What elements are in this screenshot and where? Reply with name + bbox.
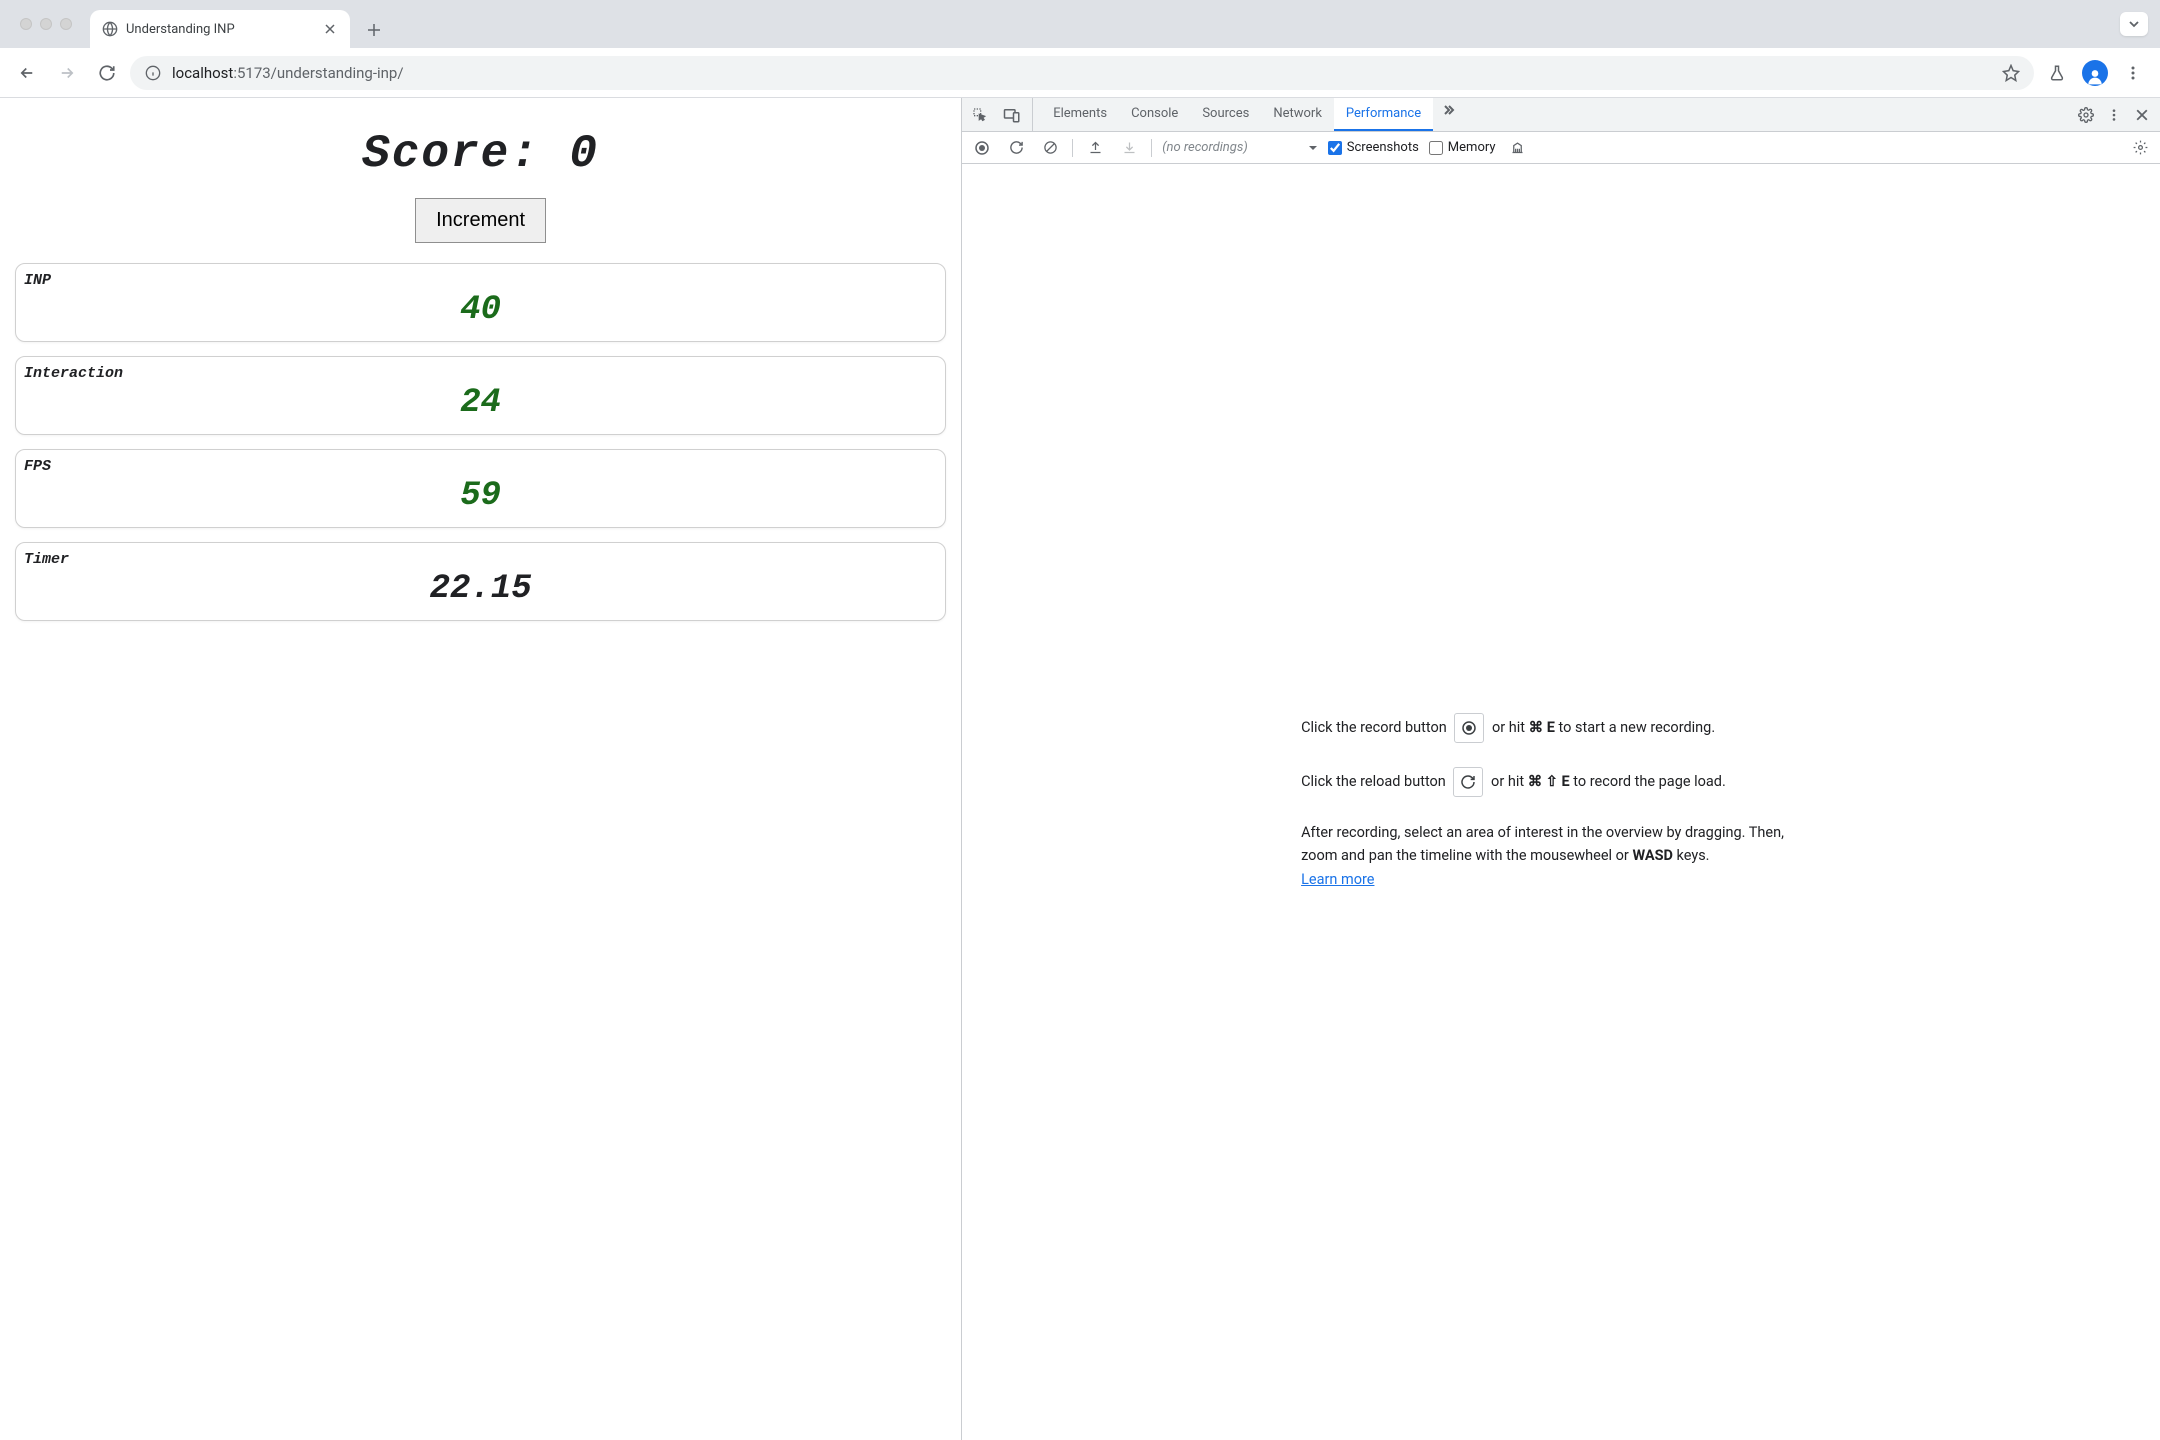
browser-tab[interactable]: Understanding INP	[90, 10, 350, 48]
tab-bar: Understanding INP	[0, 0, 2160, 48]
metric-label: Timer	[22, 551, 939, 568]
devtools-settings-icon[interactable]	[2074, 103, 2098, 127]
metric-card-interaction: Interaction 24	[15, 356, 946, 435]
devtools-menu-icon[interactable]	[2102, 103, 2126, 127]
collect-garbage-icon[interactable]	[1506, 136, 1530, 160]
devtools-tab-performance[interactable]: Performance	[1334, 98, 1433, 131]
metric-label: INP	[22, 272, 939, 289]
labs-icon[interactable]	[2040, 56, 2074, 90]
window-controls	[10, 0, 82, 48]
maximize-window-button[interactable]	[60, 18, 72, 30]
more-tabs-icon[interactable]	[1439, 98, 1463, 122]
close-devtools-icon[interactable]	[2130, 103, 2154, 127]
site-info-icon[interactable]	[144, 64, 162, 82]
reload-icon	[1453, 767, 1483, 797]
page-content: Score: 0 Increment INP 40 Interaction 24 FPS…	[0, 98, 961, 1440]
profile-avatar[interactable]	[2078, 56, 2112, 90]
inspect-element-icon[interactable]	[968, 103, 992, 127]
bookmark-star-icon[interactable]	[2002, 64, 2020, 82]
devtools-tabbar: ElementsConsoleSourcesNetworkPerformance	[962, 98, 2160, 132]
new-tab-button[interactable]	[360, 16, 388, 44]
metric-label: Interaction	[22, 365, 939, 382]
metric-value: 59	[22, 477, 939, 515]
learn-more-link[interactable]: Learn more	[1301, 871, 1374, 888]
performance-toolbar: (no recordings) Screenshots Memory	[962, 132, 2160, 164]
screenshots-checkbox[interactable]: Screenshots	[1328, 140, 1419, 155]
recordings-dropdown[interactable]: (no recordings)	[1162, 140, 1318, 155]
close-window-button[interactable]	[20, 18, 32, 30]
devtools-tab-console[interactable]: Console	[1119, 98, 1190, 131]
metric-label: FPS	[22, 458, 939, 475]
tab-overflow-button[interactable]	[2120, 12, 2148, 36]
devtools-tab-elements[interactable]: Elements	[1041, 98, 1119, 131]
metric-card-timer: Timer 22.15	[15, 542, 946, 621]
close-tab-button[interactable]	[322, 21, 338, 37]
chrome-menu-button[interactable]	[2116, 56, 2150, 90]
url-bar: localhost:5173/understanding-inp/	[0, 48, 2160, 98]
globe-icon	[102, 21, 118, 37]
memory-checkbox[interactable]: Memory	[1429, 140, 1496, 155]
record-icon	[1454, 713, 1484, 743]
upload-icon[interactable]	[1083, 136, 1107, 160]
record-icon[interactable]	[970, 136, 994, 160]
metric-card-inp: INP 40	[15, 263, 946, 342]
clear-icon[interactable]	[1038, 136, 1062, 160]
increment-button[interactable]: Increment	[415, 198, 546, 243]
devtools-tab-sources[interactable]: Sources	[1190, 98, 1261, 131]
performance-empty-state: Click the record button or hit ⌘ E to st…	[962, 164, 2160, 1440]
back-button[interactable]	[10, 56, 44, 90]
download-icon[interactable]	[1117, 136, 1141, 160]
reload-record-icon[interactable]	[1004, 136, 1028, 160]
capture-settings-icon[interactable]	[2128, 136, 2152, 160]
url-text: localhost:5173/understanding-inp/	[172, 64, 404, 82]
forward-button[interactable]	[50, 56, 84, 90]
devtools-panel: ElementsConsoleSourcesNetworkPerformance	[961, 98, 2160, 1440]
metric-value: 22.15	[22, 570, 939, 608]
device-toolbar-icon[interactable]	[1000, 103, 1024, 127]
metric-card-fps: FPS 59	[15, 449, 946, 528]
metric-value: 40	[22, 291, 939, 329]
score-heading: Score: 0	[15, 128, 946, 180]
tab-title: Understanding INP	[126, 22, 314, 37]
address-bar[interactable]: localhost:5173/understanding-inp/	[130, 56, 2034, 90]
reload-button[interactable]	[90, 56, 124, 90]
minimize-window-button[interactable]	[40, 18, 52, 30]
devtools-tab-network[interactable]: Network	[1261, 98, 1334, 131]
metric-value: 24	[22, 384, 939, 422]
